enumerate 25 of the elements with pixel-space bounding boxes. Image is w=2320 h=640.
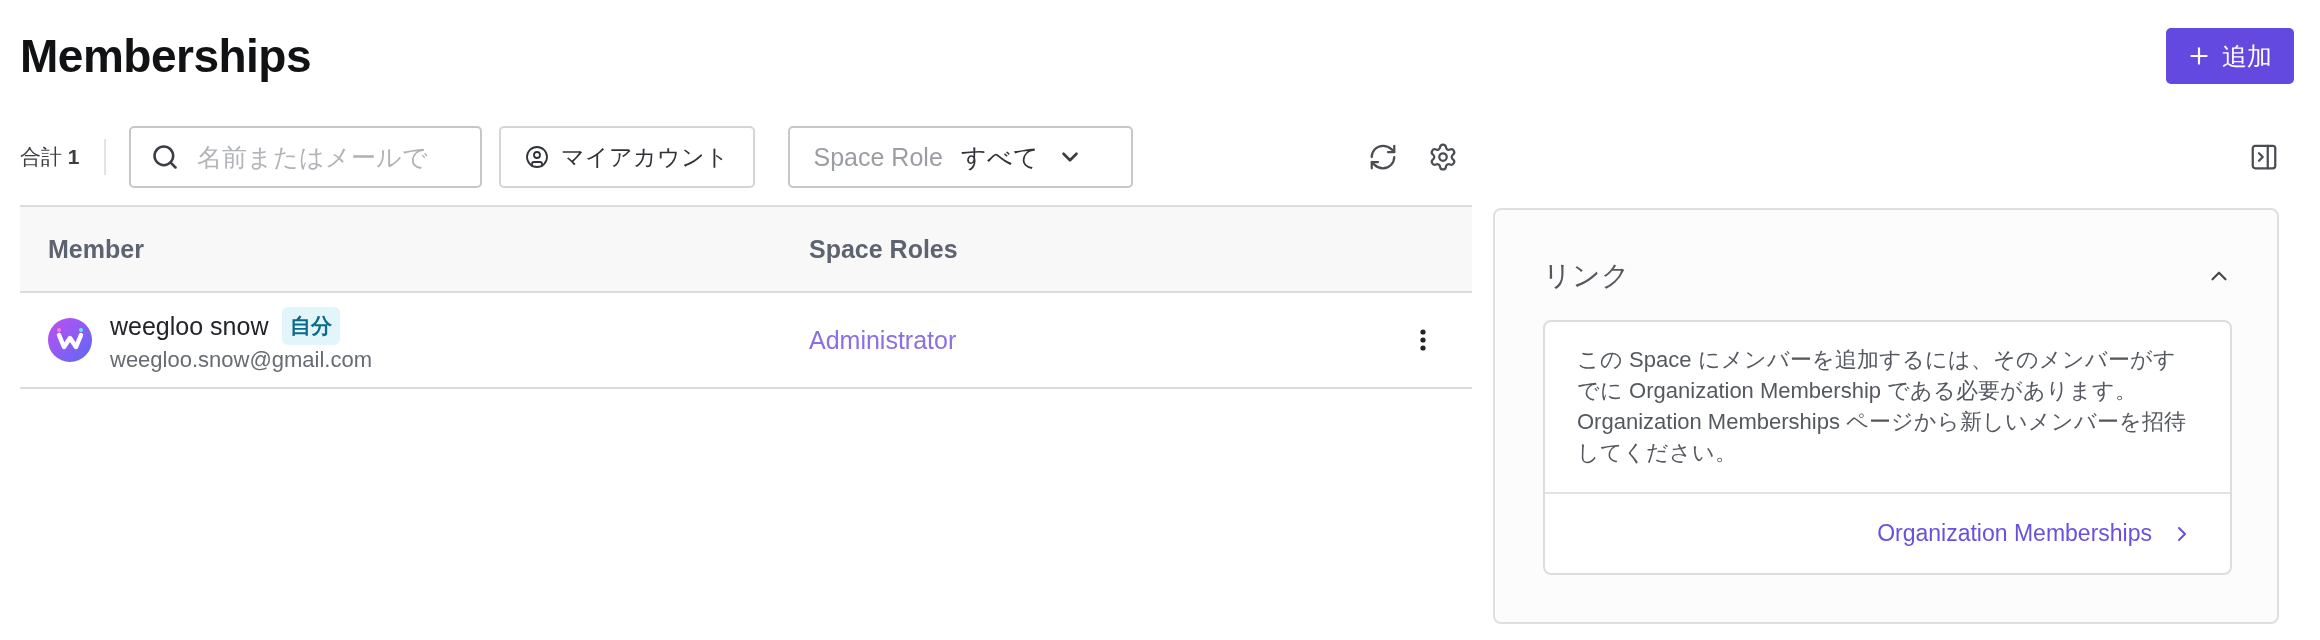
vertical-dots-icon xyxy=(1420,329,1426,351)
member-email: weegloo.snow@gmail.com xyxy=(110,347,372,373)
role-link[interactable]: Administrator xyxy=(809,325,957,355)
settings-button[interactable] xyxy=(1428,142,1458,172)
refresh-button[interactable] xyxy=(1368,142,1398,172)
self-badge: 自分 xyxy=(282,307,341,345)
column-header: Space Roles xyxy=(809,234,958,264)
organization-memberships-link[interactable]: Organization Memberships xyxy=(1877,520,2194,547)
avatar-icon xyxy=(48,318,92,362)
panel-toggle-button[interactable] xyxy=(2249,142,2279,172)
info-text: この Space にメンバーを追加するには、そのメンバーがすでに Organization Membership である必要があります。Organization Memberships ページから新しいメンバーを招待してください。 xyxy=(1545,322,2230,494)
refresh-icon xyxy=(1368,142,1398,172)
panel-title: リンク xyxy=(1543,259,1630,293)
member-name: weegloo snow xyxy=(110,311,269,341)
page-title: Memberships xyxy=(20,29,312,84)
sidebar-panel-icon xyxy=(2249,142,2279,172)
role-filter-select[interactable]: Space Role すべて xyxy=(787,126,1133,188)
row-menu-button[interactable] xyxy=(1420,329,1426,351)
total-count: 合計 1 xyxy=(20,144,80,170)
my-account-button[interactable]: マイアカウント xyxy=(498,126,755,188)
settings-icon xyxy=(1428,142,1458,172)
search-field[interactable]: 名前またはメールで xyxy=(128,126,482,188)
add-button[interactable]: 追加 xyxy=(2166,28,2294,84)
search-icon xyxy=(150,143,179,171)
column-header: Member xyxy=(48,234,144,264)
